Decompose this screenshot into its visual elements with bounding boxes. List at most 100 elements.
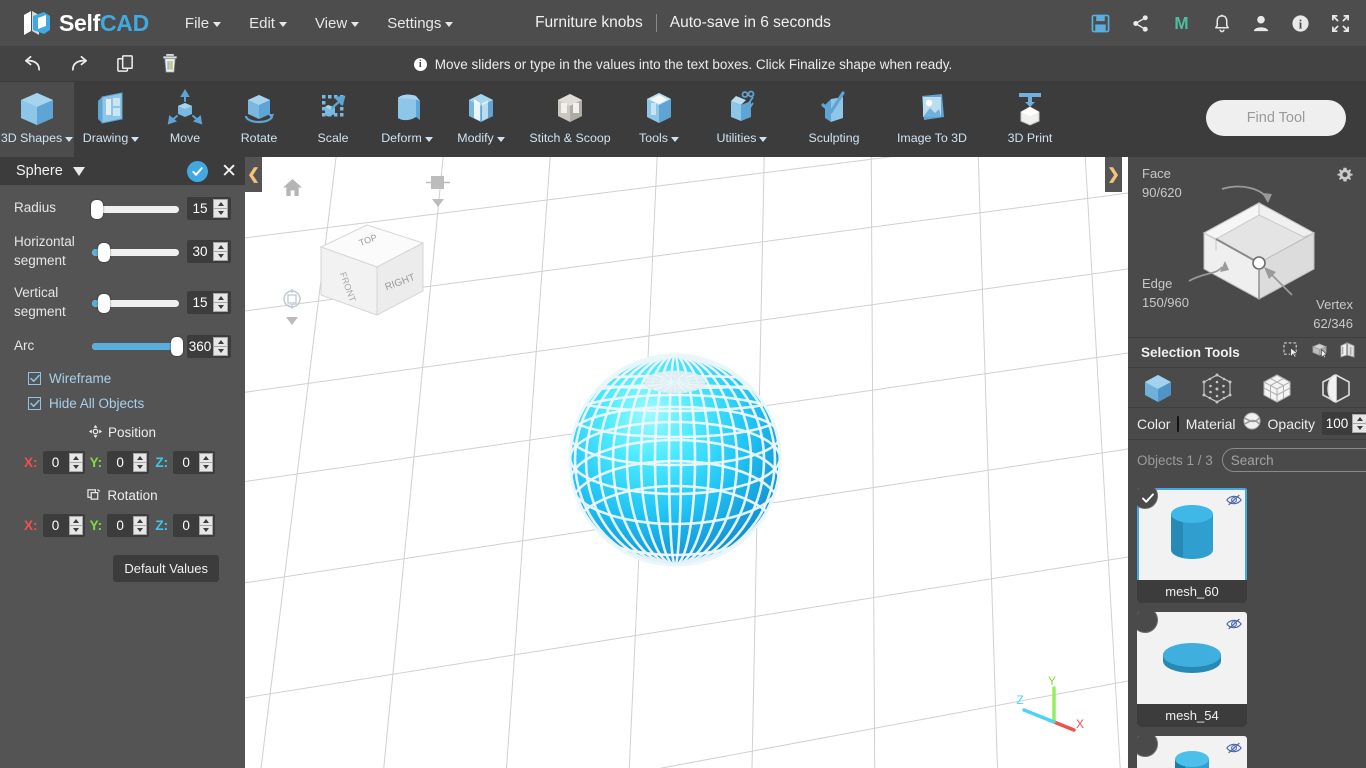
ribbon-item-stitch-scoop[interactable]: Stitch & Scoop: [518, 82, 622, 157]
find-tool-search[interactable]: [1206, 100, 1346, 136]
app-logo[interactable]: SelfCAD: [22, 8, 149, 38]
default-values-button[interactable]: Default Values: [113, 554, 219, 582]
input-vertical-segment[interactable]: [187, 291, 213, 315]
spinner-up[interactable]: [199, 515, 214, 525]
ribbon-item-rotate[interactable]: Rotate: [222, 82, 296, 157]
numbox-horizontal-segment[interactable]: [187, 240, 231, 264]
spinner-opacity[interactable]: [1352, 414, 1366, 433]
spinner-down[interactable]: [213, 345, 228, 356]
delete-trash-icon[interactable]: [161, 53, 179, 74]
spinner-up[interactable]: [213, 199, 228, 208]
input-rotation-z[interactable]: [173, 513, 200, 537]
spinner-rotation-z[interactable]: [199, 515, 214, 535]
numbox-radius[interactable]: [187, 197, 231, 220]
spinner-up[interactable]: [68, 515, 83, 525]
numbox-opacity[interactable]: [1322, 412, 1366, 435]
checkbox-wireframe[interactable]: Wireframe: [28, 371, 231, 386]
3d-viewport[interactable]: TOP FRONT RIGHT Y X Z: [245, 157, 1128, 768]
ribbon-item-scale[interactable]: Scale: [296, 82, 370, 157]
numbox-position-y[interactable]: [107, 450, 150, 474]
spinner-down[interactable]: [68, 461, 83, 472]
share-icon[interactable]: [1131, 14, 1150, 33]
input-position-x[interactable]: [42, 450, 69, 474]
spinner-down[interactable]: [213, 251, 228, 262]
menu-edit[interactable]: Edit: [235, 9, 301, 38]
notifications-bell-icon[interactable]: [1213, 14, 1231, 33]
slider-radius[interactable]: [91, 198, 179, 220]
find-tool-input[interactable]: [1220, 110, 1332, 126]
spinner-down[interactable]: [213, 302, 228, 313]
object-visibility-eye-icon[interactable]: [1226, 617, 1242, 636]
input-radius[interactable]: [187, 197, 213, 220]
spinner-down[interactable]: [199, 524, 214, 535]
view-orbit-handle-icon[interactable]: [281, 289, 305, 332]
save-icon[interactable]: [1091, 14, 1110, 33]
gear-icon[interactable]: [1337, 167, 1353, 188]
ribbon-item-modify[interactable]: Modify: [444, 82, 518, 157]
undo-icon[interactable]: [22, 54, 43, 74]
spinner-up[interactable]: [199, 452, 214, 462]
confirm-shape-button[interactable]: [187, 160, 209, 182]
ribbon-item-image-to-3d[interactable]: Image To 3D: [880, 82, 984, 157]
object-card-difference-3[interactable]: difference_3: [1137, 736, 1247, 768]
numbox-rotation-y[interactable]: [107, 513, 150, 537]
input-position-z[interactable]: [173, 450, 200, 474]
slider-handle[interactable]: [98, 293, 111, 313]
spinner-rotation-x[interactable]: [68, 515, 83, 535]
spinner-down[interactable]: [68, 524, 83, 535]
menu-settings[interactable]: Settings: [373, 9, 467, 38]
sphere-mesh[interactable]: [567, 352, 783, 573]
paint-select-icon[interactable]: [1339, 342, 1356, 363]
color-swatch[interactable]: [1177, 415, 1179, 432]
slider-handle[interactable]: [98, 242, 111, 262]
info-icon[interactable]: i: [1291, 14, 1310, 33]
rectangle-select-icon[interactable]: [1283, 342, 1300, 363]
spinner-up[interactable]: [133, 452, 148, 462]
spinner-down[interactable]: [133, 461, 148, 472]
spinner-position-z[interactable]: [199, 452, 214, 472]
objects-search-input[interactable]: [1230, 452, 1366, 468]
numbox-position-z[interactable]: [173, 450, 216, 474]
close-panel-button[interactable]: ✕: [221, 162, 237, 181]
ribbon-item-tools[interactable]: Tools: [622, 82, 696, 157]
objects-search[interactable]: [1221, 448, 1366, 472]
spinner-position-x[interactable]: [68, 452, 83, 472]
slider-handle[interactable]: [91, 199, 104, 219]
object-visibility-eye-icon[interactable]: [1226, 741, 1242, 760]
slider-horizontal-segment[interactable]: [92, 241, 179, 263]
numbox-rotation-z[interactable]: [173, 513, 216, 537]
ribbon-item-move[interactable]: Move: [148, 82, 222, 157]
numbox-vertical-segment[interactable]: [187, 291, 231, 315]
spinner-down[interactable]: [133, 524, 148, 535]
checkbox-hide-all-objects[interactable]: Hide All Objects: [28, 396, 231, 411]
menu-view[interactable]: View: [301, 9, 373, 38]
object-mode-icon[interactable]: [1137, 372, 1179, 404]
spinner-horizontal-segment[interactable]: [213, 242, 228, 262]
numbox-rotation-x[interactable]: [42, 513, 85, 537]
object-card-mesh-60[interactable]: mesh_60: [1137, 488, 1247, 603]
home-view-icon[interactable]: [282, 178, 303, 202]
spinner-down[interactable]: [199, 461, 214, 472]
face-mode-icon[interactable]: [1256, 372, 1298, 404]
ribbon-item-utilities[interactable]: Utilities: [696, 82, 788, 157]
box-select-icon[interactable]: [1311, 342, 1328, 363]
material-sphere-icon[interactable]: [1243, 412, 1261, 435]
object-visibility-eye-icon[interactable]: [1226, 493, 1242, 512]
input-rotation-y[interactable]: [107, 513, 134, 537]
slider-vertical-segment[interactable]: [92, 292, 179, 314]
ribbon-item-drawing[interactable]: Drawing: [74, 82, 148, 157]
slider-arc[interactable]: [92, 335, 184, 357]
vertex-mode-icon[interactable]: [1196, 372, 1238, 404]
spinner-radius[interactable]: [213, 199, 228, 218]
spinner-down[interactable]: [1352, 423, 1366, 433]
spinner-up[interactable]: [213, 293, 228, 303]
spinner-down[interactable]: [213, 208, 228, 218]
slider-handle[interactable]: [171, 337, 184, 357]
ribbon-item-3d-shapes[interactable]: 3D Shapes: [0, 82, 74, 157]
spinner-vertical-segment[interactable]: [213, 293, 228, 313]
collapse-right-panel-button[interactable]: ❯: [1105, 157, 1122, 192]
triangle-down-icon[interactable]: [72, 166, 85, 176]
copy-icon[interactable]: [116, 54, 135, 74]
input-position-y[interactable]: [107, 450, 134, 474]
view-top-handle-icon[interactable]: [426, 173, 450, 214]
